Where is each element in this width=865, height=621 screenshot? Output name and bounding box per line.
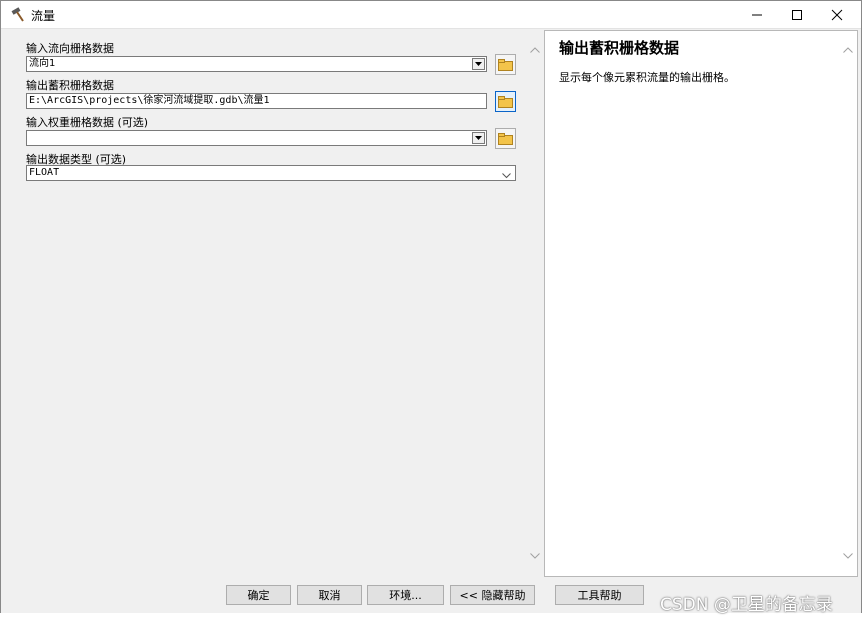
output-accumulation-input[interactable]: E:\ArcGIS\projects\徐家河流域提取.gdb\流量1	[26, 93, 487, 109]
ok-button[interactable]: 确定	[226, 585, 291, 605]
browse-output-button[interactable]	[495, 91, 516, 112]
browse-weight-button[interactable]	[495, 128, 516, 149]
folder-icon	[498, 132, 513, 145]
minimize-button[interactable]	[737, 1, 777, 28]
environments-button[interactable]: 环境...	[367, 585, 444, 605]
cancel-button[interactable]: 取消	[297, 585, 362, 605]
flow-direction-label: 输入流向栅格数据	[26, 42, 114, 55]
output-data-type-value: FLOAT	[29, 167, 60, 178]
help-text: 显示每个像元累积流量的输出栅格。	[559, 71, 735, 84]
window-title: 流量	[31, 9, 56, 23]
hammer-icon	[10, 7, 26, 23]
weight-raster-select[interactable]	[26, 130, 487, 146]
weight-raster-label: 输入权重栅格数据 (可选)	[26, 116, 149, 129]
flow-direction-select[interactable]: 流向1	[26, 56, 487, 72]
parameters-pane: 输入流向栅格数据 流向1 输出蓄积栅格数据 E:\ArcGIS\projects…	[9, 31, 543, 576]
tool-help-button[interactable]: 工具帮助	[555, 585, 644, 605]
maximize-button[interactable]	[777, 1, 817, 28]
flow-accumulation-dialog: 流量 输入流向栅格数据 流向1 输出蓄积栅格数据 E:\ArcGIS\proje…	[0, 0, 862, 613]
folder-icon	[498, 95, 513, 108]
output-data-type-select[interactable]: FLOAT	[26, 165, 516, 181]
help-title: 输出蓄积栅格数据	[559, 39, 680, 57]
hide-help-button[interactable]: << 隐藏帮助	[450, 585, 535, 605]
flow-direction-value: 流向1	[29, 58, 56, 69]
watermark: CSDN @卫星的备忘录	[660, 595, 833, 615]
output-accumulation-label: 输出蓄积栅格数据	[26, 79, 114, 92]
browse-flow-direction-button[interactable]	[495, 54, 516, 75]
close-button[interactable]	[817, 1, 857, 28]
help-pane: 输出蓄积栅格数据 显示每个像元累积流量的输出栅格。	[544, 30, 858, 577]
folder-icon	[498, 58, 513, 71]
chevron-down-icon[interactable]	[502, 170, 511, 180]
chevron-down-icon[interactable]	[472, 132, 485, 144]
scroll-down-icon[interactable]	[529, 551, 541, 561]
title-bar: 流量	[1, 1, 861, 29]
scroll-up-icon[interactable]	[843, 43, 853, 56]
scroll-up-icon[interactable]	[529, 45, 541, 55]
parameters-scrollbar[interactable]	[527, 41, 543, 566]
scroll-down-icon[interactable]	[843, 549, 853, 562]
chevron-down-icon[interactable]	[472, 58, 485, 70]
